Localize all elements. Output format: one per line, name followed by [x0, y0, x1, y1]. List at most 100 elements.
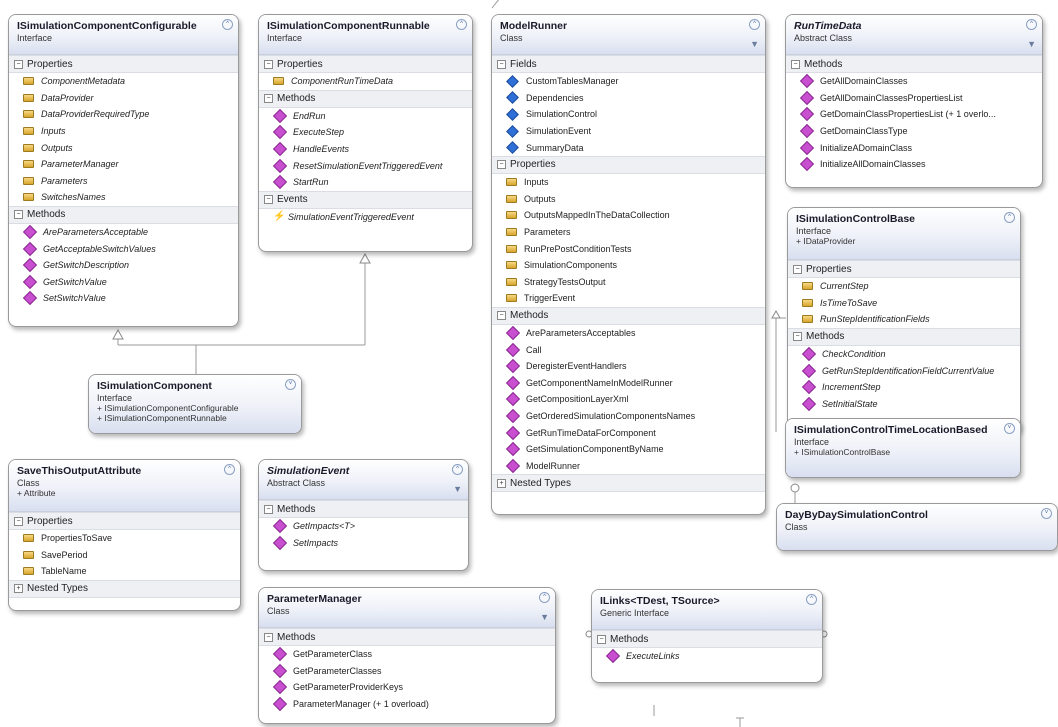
- method-item[interactable]: GetParameterClass: [259, 646, 555, 663]
- method-item[interactable]: InitializeADomainClass: [786, 139, 1042, 156]
- method-item[interactable]: ModelRunner: [492, 457, 765, 474]
- class-daybydaysimulationcontrol[interactable]: DayByDaySimulationControl Class ˅: [776, 503, 1058, 551]
- collapse-section-icon[interactable]: −: [14, 210, 23, 220]
- property-item[interactable]: SwitchesNames: [9, 189, 238, 206]
- property-item[interactable]: ComponentRunTimeData: [259, 73, 472, 90]
- filter-icon[interactable]: ▼: [750, 39, 759, 49]
- property-item[interactable]: DataProviderRequiredType: [9, 106, 238, 123]
- section-header[interactable]: + Nested Types: [492, 474, 765, 493]
- expand-icon[interactable]: ˅: [1041, 508, 1052, 519]
- property-item[interactable]: PropertiesToSave: [9, 530, 240, 547]
- property-item[interactable]: Inputs: [492, 174, 765, 191]
- method-item[interactable]: GetSwitchDescription: [9, 257, 238, 274]
- section-header[interactable]: − Methods: [259, 500, 468, 518]
- property-item[interactable]: RunStepIdentificationFields: [788, 311, 1020, 328]
- interface-isimulationcomponentrunnable[interactable]: ISimulationComponentRunnable Interface ^…: [258, 14, 473, 252]
- event-item[interactable]: ⚡ SimulationEventTriggeredEvent: [259, 209, 472, 226]
- section-header[interactable]: − Methods: [492, 306, 765, 325]
- section-header[interactable]: − Properties: [9, 512, 240, 530]
- section-header[interactable]: − Properties: [259, 55, 472, 73]
- interface-isimulationcontrolbase[interactable]: ISimulationControlBase Interface + IData…: [787, 207, 1021, 434]
- method-item[interactable]: StartRun: [259, 174, 472, 191]
- method-item[interactable]: GetSwitchValue: [9, 274, 238, 291]
- class-runtimedata[interactable]: RunTimeData Abstract Class ^ ▼ − Methods …: [785, 14, 1043, 188]
- expand-icon[interactable]: ˅: [1004, 423, 1015, 434]
- method-item[interactable]: CheckCondition: [788, 346, 1020, 363]
- method-item[interactable]: AreParametersAcceptable: [9, 224, 238, 241]
- method-item[interactable]: GetAcceptableSwitchValues: [9, 240, 238, 257]
- field-item[interactable]: CustomTablesManager: [492, 73, 765, 90]
- collapse-section-icon[interactable]: −: [793, 264, 802, 274]
- method-item[interactable]: GetSimulationComponentByName: [492, 441, 765, 458]
- collapse-section-icon[interactable]: −: [14, 59, 23, 69]
- section-header[interactable]: − Properties: [492, 155, 765, 174]
- class-savethisoutputattribute[interactable]: SaveThisOutputAttribute Class + Attribut…: [8, 459, 241, 611]
- class-parametermanager[interactable]: ParameterManager Class ^ ▼ − Methods GetP…: [258, 587, 556, 724]
- expand-icon[interactable]: ˅: [285, 379, 296, 390]
- property-item[interactable]: Parameters: [9, 173, 238, 190]
- method-item[interactable]: IncrementStep: [788, 379, 1020, 396]
- collapse-section-icon[interactable]: −: [497, 160, 506, 170]
- collapse-section-icon[interactable]: −: [497, 311, 506, 321]
- method-item[interactable]: SetImpacts: [259, 535, 468, 552]
- collapse-icon[interactable]: ^: [539, 592, 550, 603]
- filter-icon[interactable]: ▼: [453, 484, 462, 494]
- method-item[interactable]: Call: [492, 341, 765, 358]
- collapse-icon[interactable]: ^: [1004, 212, 1015, 223]
- collapse-section-icon[interactable]: −: [497, 59, 506, 69]
- interface-isimulationcontroltimelocationbased[interactable]: ISimulationControlTimeLocationBased Inte…: [785, 418, 1021, 478]
- method-item[interactable]: DeregisterEventHandlers: [492, 358, 765, 375]
- collapse-section-icon[interactable]: −: [793, 332, 802, 342]
- method-item[interactable]: GetRunTimeDataForComponent: [492, 424, 765, 441]
- method-item[interactable]: GetDomainClassPropertiesList (+ 1 overlo…: [786, 106, 1042, 123]
- property-item[interactable]: SavePeriod: [9, 547, 240, 564]
- property-item[interactable]: SimulationComponents: [492, 257, 765, 274]
- expand-section-icon[interactable]: +: [14, 584, 23, 594]
- method-item[interactable]: SetInitialState: [788, 396, 1020, 413]
- interface-isimulationcomponent[interactable]: ISimulationComponent Interface + ISimula…: [88, 374, 302, 434]
- interface-isimulationcomponentconfigurable[interactable]: ISimulationComponentConfigurable Interfa…: [8, 14, 239, 327]
- property-item[interactable]: Outputs: [492, 191, 765, 208]
- collapse-icon[interactable]: ^: [452, 464, 463, 475]
- property-item[interactable]: CurrentStep: [788, 278, 1020, 295]
- field-item[interactable]: SimulationControl: [492, 106, 765, 123]
- collapse-icon[interactable]: ^: [749, 19, 760, 30]
- collapse-section-icon[interactable]: −: [264, 94, 273, 104]
- method-item[interactable]: GetOrderedSimulationComponentsNames: [492, 408, 765, 425]
- method-item[interactable]: GetParameterProviderKeys: [259, 679, 555, 696]
- property-item[interactable]: Inputs: [9, 123, 238, 140]
- method-item[interactable]: AreParametersAcceptables: [492, 325, 765, 342]
- expand-section-icon[interactable]: +: [497, 478, 506, 488]
- section-header[interactable]: + Nested Types: [9, 579, 240, 598]
- section-header[interactable]: − Properties: [788, 260, 1020, 278]
- collapse-icon[interactable]: ^: [456, 19, 467, 30]
- property-item[interactable]: RunPrePostConditionTests: [492, 240, 765, 257]
- property-item[interactable]: TableName: [9, 563, 240, 580]
- section-header[interactable]: − Methods: [9, 205, 238, 224]
- method-item[interactable]: GetDomainClassType: [786, 123, 1042, 140]
- method-item[interactable]: GetRunStepIdentificationFieldCurrentValu…: [788, 362, 1020, 379]
- property-item[interactable]: StrategyTestsOutput: [492, 274, 765, 291]
- collapse-icon[interactable]: ^: [806, 594, 817, 605]
- property-item[interactable]: IsTimeToSave: [788, 295, 1020, 312]
- section-header[interactable]: − Methods: [592, 630, 822, 648]
- method-item[interactable]: SetSwitchValue: [9, 290, 238, 307]
- method-item[interactable]: ResetSimulationEventTriggeredEvent: [259, 157, 472, 174]
- method-item[interactable]: GetAllDomainClassesPropertiesList: [786, 90, 1042, 107]
- method-item[interactable]: GetCompositionLayerXml: [492, 391, 765, 408]
- collapse-section-icon[interactable]: −: [264, 59, 273, 69]
- method-item[interactable]: HandleEvents: [259, 141, 472, 158]
- class-modelrunner[interactable]: ModelRunner Class ^ ▼ − Fields CustomTabl…: [491, 14, 766, 515]
- property-item[interactable]: DataProvider: [9, 90, 238, 107]
- collapse-icon[interactable]: ^: [222, 19, 233, 30]
- method-item[interactable]: GetParameterClasses: [259, 663, 555, 680]
- collapse-section-icon[interactable]: −: [597, 634, 606, 644]
- property-item[interactable]: OutputsMappedInTheDataCollection: [492, 207, 765, 224]
- section-header[interactable]: − Methods: [259, 628, 555, 646]
- filter-icon[interactable]: ▼: [1027, 39, 1036, 49]
- field-item[interactable]: SummaryData: [492, 139, 765, 156]
- collapse-icon[interactable]: ^: [1026, 19, 1037, 30]
- interface-ilinks[interactable]: ILinks<TDest, TSource> Generic Interface…: [591, 589, 823, 683]
- method-item[interactable]: ExecuteStep: [259, 124, 472, 141]
- method-item[interactable]: GetAllDomainClasses: [786, 73, 1042, 90]
